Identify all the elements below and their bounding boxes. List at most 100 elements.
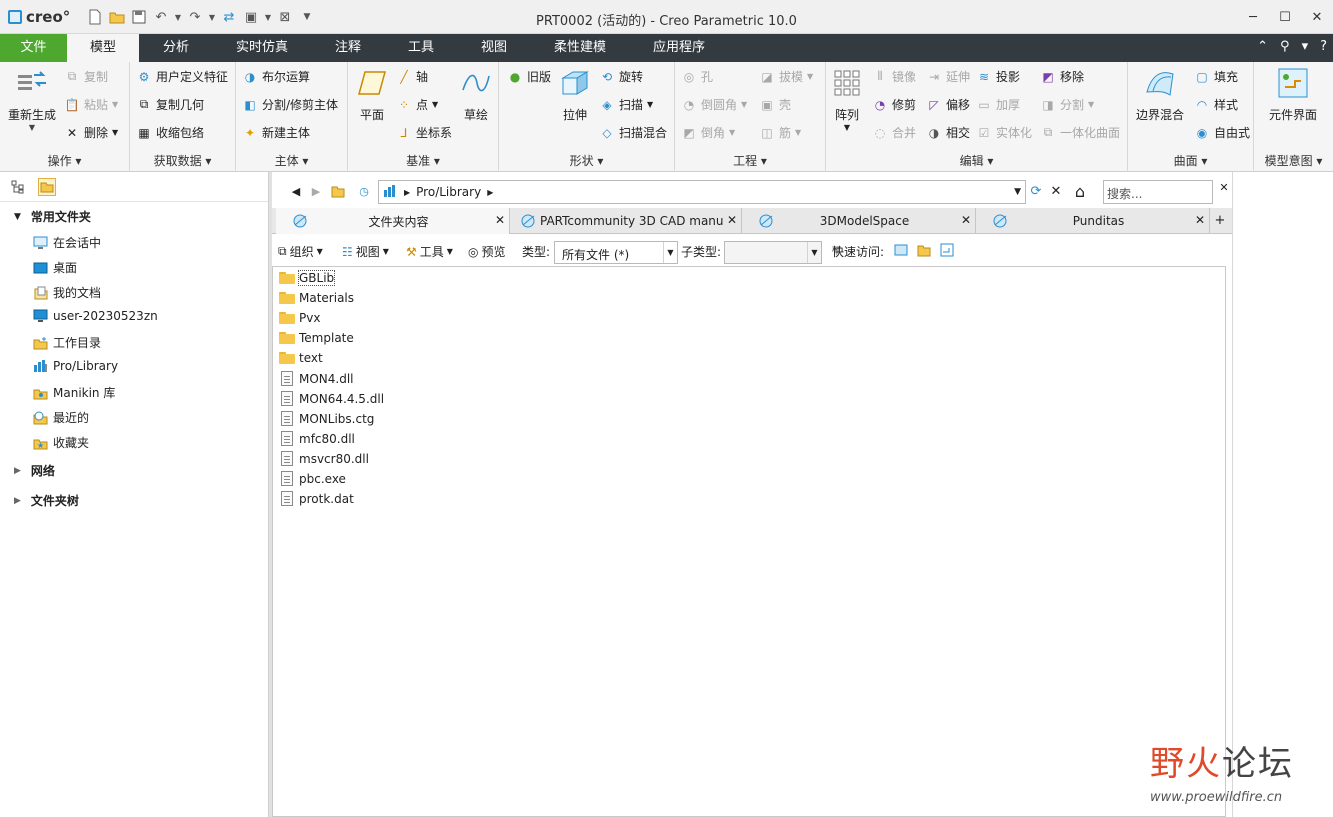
merge-button[interactable]: ◌ 合并: [872, 124, 916, 141]
move-button[interactable]: ◩ 移除: [1040, 68, 1084, 85]
tab-tools[interactable]: 工具: [385, 34, 457, 62]
split-dropdown-icon[interactable]: ▼: [1088, 100, 1094, 109]
pattern-button[interactable]: 阵列 ▼: [832, 66, 862, 132]
nav-item-working-directory[interactable]: 工作目录: [33, 334, 101, 351]
history-icon[interactable]: ◷: [356, 183, 372, 199]
revolve-button[interactable]: ⟲ 旋转: [599, 68, 643, 85]
paste-dropdown-icon[interactable]: ▼: [112, 100, 118, 109]
tab-file[interactable]: 文件: [0, 34, 67, 62]
csys-button[interactable]: ⅃ 坐标系: [396, 124, 452, 141]
group-body-label[interactable]: 主体 ▾: [236, 152, 347, 169]
copy-button[interactable]: ⧉ 复制: [64, 68, 108, 85]
collapsed-arrow-icon[interactable]: ▶: [14, 466, 21, 476]
round-button[interactable]: ◔ 倒圆角 ▼: [681, 96, 747, 113]
swept-blend-button[interactable]: ◇ 扫描混合: [599, 124, 667, 141]
list-item-file[interactable]: mfc80.dll: [279, 431, 355, 446]
search-input[interactable]: 搜索...: [1103, 180, 1213, 204]
working-dir-shortcut-icon[interactable]: [330, 183, 346, 199]
nav-item-desktop[interactable]: 桌面: [33, 259, 77, 276]
type-select[interactable]: 所有文件 (*) ▼: [554, 241, 678, 264]
paste-button[interactable]: 📋 粘贴 ▼: [64, 96, 119, 113]
expanded-arrow-icon[interactable]: ▼: [14, 212, 21, 222]
list-item-file[interactable]: protk.dat: [279, 491, 354, 506]
sweep-button[interactable]: ◈ 扫描 ▼: [599, 96, 653, 113]
tab-analysis[interactable]: 分析: [139, 34, 213, 62]
fill-button[interactable]: ▢ 填充: [1194, 68, 1238, 85]
offset-button[interactable]: ◸ 偏移: [926, 96, 970, 113]
folder-tree-node[interactable]: ▶ 文件夹树: [14, 492, 79, 509]
documents-shortcut-icon[interactable]: [917, 243, 931, 260]
tab-model[interactable]: 模型: [67, 34, 139, 62]
tab-view[interactable]: 视图: [457, 34, 531, 62]
group-operations-label[interactable]: 操作 ▾: [0, 152, 129, 169]
tools-menu[interactable]: ⚒ 工具 ▼: [406, 243, 453, 260]
hole-button[interactable]: ◎ 孔: [681, 68, 713, 85]
favorites-folders-node[interactable]: ▼ 常用文件夹: [14, 208, 91, 225]
list-item-folder[interactable]: text: [279, 351, 323, 365]
academic-icon[interactable]: ▾: [1302, 39, 1309, 54]
legacy-button[interactable]: ● 旧版: [507, 68, 551, 85]
minimize-icon[interactable]: ─: [1237, 5, 1269, 29]
project-button[interactable]: ≋ 投影: [976, 68, 1020, 85]
home-icon[interactable]: ⌂: [1072, 182, 1088, 201]
list-item-folder[interactable]: GBLib: [279, 270, 336, 286]
chamfer-dropdown-icon[interactable]: ▼: [729, 128, 735, 137]
stop-icon[interactable]: ✕: [1048, 183, 1064, 199]
nav-item-pro-library[interactable]: Pro/Library: [33, 359, 118, 373]
nav-item-my-documents[interactable]: 我的文档: [33, 284, 101, 301]
list-item-folder[interactable]: Template: [279, 331, 354, 345]
shrinkwrap-button[interactable]: ▦ 收缩包络: [136, 124, 204, 141]
list-item-folder[interactable]: Materials: [279, 291, 354, 305]
list-item-file[interactable]: MONLibs.ctg: [279, 411, 374, 426]
collapse-ribbon-icon[interactable]: ⌃: [1257, 39, 1268, 54]
address-bar[interactable]: ▶ Pro/Library ▶ ▼: [378, 180, 1026, 204]
maximize-icon[interactable]: ☐: [1269, 5, 1301, 29]
preview-button[interactable]: ◎ 预览: [468, 243, 506, 260]
help-icon[interactable]: ?: [1320, 39, 1327, 54]
group-model-intent-label[interactable]: 模型意图 ▾: [1254, 152, 1333, 169]
new-tab-icon[interactable]: +: [1210, 213, 1230, 228]
breadcrumb-separator-icon[interactable]: ▶: [487, 188, 493, 197]
shell-button[interactable]: ▣ 壳: [759, 96, 791, 113]
address-path[interactable]: Pro/Library: [416, 185, 481, 199]
chamfer-button[interactable]: ◩ 倒角 ▼: [681, 124, 735, 141]
network-node[interactable]: ▶ 网络: [14, 462, 55, 479]
draft-dropdown-icon[interactable]: ▼: [807, 72, 813, 81]
tab-live-simulation[interactable]: 实时仿真: [213, 34, 311, 62]
close-browser-icon[interactable]: ✕: [1216, 179, 1232, 195]
group-get-data-label[interactable]: 获取数据 ▾: [130, 152, 235, 169]
list-item-folder[interactable]: Pvx: [279, 311, 320, 325]
close-icon[interactable]: ✕: [1301, 5, 1333, 29]
desktop-shortcut-icon[interactable]: [894, 243, 908, 260]
nav-item-in-session[interactable]: 在会话中: [33, 234, 101, 251]
nav-item-favorites[interactable]: ★ 收藏夹: [33, 434, 89, 451]
tab-applications[interactable]: 应用程序: [629, 34, 729, 62]
axis-button[interactable]: ╱ 轴: [396, 68, 428, 85]
group-surfaces-label[interactable]: 曲面 ▾: [1128, 152, 1253, 169]
organize-menu[interactable]: ⧉ 组织 ▼: [278, 243, 323, 260]
tab-close-icon[interactable]: ✕: [1195, 213, 1205, 227]
thicken-button[interactable]: ▭ 加厚: [976, 96, 1020, 113]
unify-surface-button[interactable]: ⧉ 一体化曲面: [1040, 124, 1120, 141]
views-menu[interactable]: ☷ 视图 ▼: [342, 243, 389, 260]
intersect-button[interactable]: ◑ 相交: [926, 124, 970, 141]
boolean-button[interactable]: ◑ 布尔运算: [242, 68, 310, 85]
refresh-icon[interactable]: ⟳: [1028, 183, 1044, 199]
browser-tab-partcommunity[interactable]: PARTcommunity 3D CAD manuf ✕: [510, 208, 742, 234]
tab-close-icon[interactable]: ✕: [495, 213, 505, 227]
component-interface-button[interactable]: 元件界面: [1260, 66, 1326, 123]
group-shape-label[interactable]: 形状 ▾: [499, 152, 674, 169]
forward-icon[interactable]: ▶: [308, 183, 324, 199]
group-datum-label[interactable]: 基准 ▾: [348, 152, 498, 169]
subtype-select[interactable]: ▼: [724, 241, 822, 264]
nav-item-manikin-library[interactable]: Manikin 库: [33, 384, 115, 401]
delete-dropdown-icon[interactable]: ▼: [112, 128, 118, 137]
address-dropdown-icon[interactable]: ▼: [1014, 187, 1021, 197]
group-engineering-label[interactable]: 工程 ▾: [675, 152, 825, 169]
graphics-area[interactable]: [1232, 172, 1333, 817]
tab-close-icon[interactable]: ✕: [961, 213, 971, 227]
point-button[interactable]: ⁘ 点 ▼: [396, 96, 438, 113]
point-dropdown-icon[interactable]: ▼: [432, 100, 438, 109]
plane-button[interactable]: 平面: [352, 66, 392, 123]
collapsed-arrow-icon[interactable]: ▶: [14, 496, 21, 506]
